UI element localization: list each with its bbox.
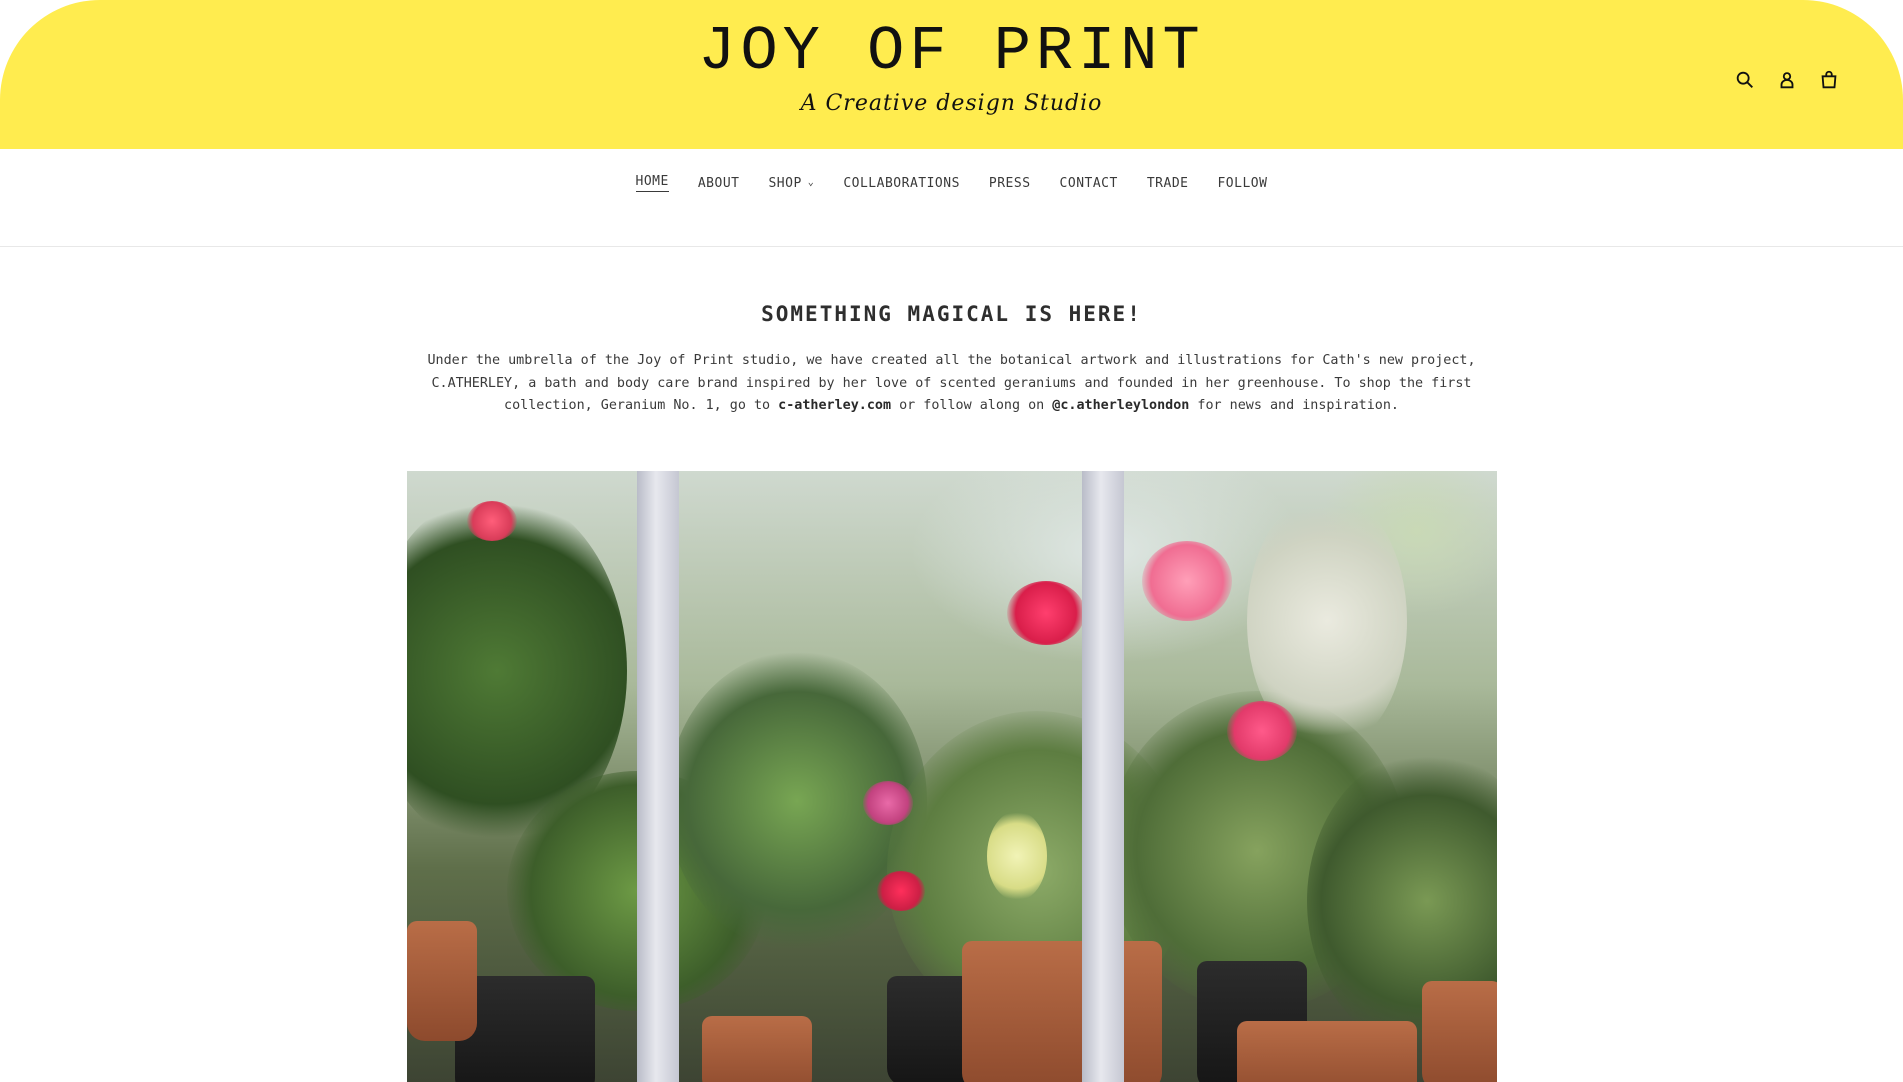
search-icon[interactable] [1733, 68, 1757, 92]
nav-label[interactable]: ABOUT [698, 176, 740, 191]
nav-label[interactable]: TRADE [1147, 176, 1189, 191]
page-headline: SOMETHING MAGICAL IS HERE! [761, 302, 1142, 326]
nav-item-shop[interactable]: SHOP ⌄ [768, 174, 814, 192]
header-icons [1733, 68, 1841, 92]
nav-label[interactable]: SHOP [768, 176, 801, 191]
atherley-site-link[interactable]: c-atherley.com [778, 398, 891, 413]
account-icon[interactable] [1775, 68, 1799, 92]
nav-item-contact[interactable]: CONTACT [1060, 174, 1118, 192]
instagram-handle-link[interactable]: @c.atherleylondon [1052, 398, 1189, 413]
nav-label[interactable]: FOLLOW [1217, 176, 1267, 191]
nav-item-trade[interactable]: TRADE [1147, 174, 1189, 192]
nav-item-press[interactable]: PRESS [989, 174, 1031, 192]
nav-item-collaborations[interactable]: COLLABORATIONS [843, 174, 960, 192]
nav-label[interactable]: CONTACT [1060, 176, 1118, 191]
nav-item-follow[interactable]: FOLLOW [1217, 174, 1267, 192]
chevron-down-icon[interactable]: ⌄ [808, 177, 815, 188]
nav-label[interactable]: HOME [635, 174, 669, 192]
logo-tagline: A Creative design Studio [800, 91, 1103, 116]
main-navigation: HOME ABOUT SHOP ⌄ COLLABORATIONS PRESS C… [0, 174, 1903, 192]
nav-divider [0, 246, 1903, 247]
site-header: JOY OF PRINT A Creative design Studio [0, 0, 1903, 149]
intro-text-2: or follow along on [891, 398, 1053, 413]
nav-label[interactable]: PRESS [989, 176, 1031, 191]
logo-title[interactable]: JOY OF PRINT [698, 17, 1204, 87]
cart-icon[interactable] [1817, 68, 1841, 92]
nav-label[interactable]: COLLABORATIONS [843, 176, 960, 191]
logo[interactable]: JOY OF PRINT A Creative design Studio [0, 17, 1903, 117]
intro-text-3: for news and inspiration. [1189, 398, 1399, 413]
nav-item-home[interactable]: HOME [635, 174, 669, 192]
hero-image [407, 471, 1497, 1082]
intro-paragraph: Under the umbrella of the Joy of Print s… [404, 350, 1499, 418]
nav-item-about[interactable]: ABOUT [698, 174, 740, 192]
